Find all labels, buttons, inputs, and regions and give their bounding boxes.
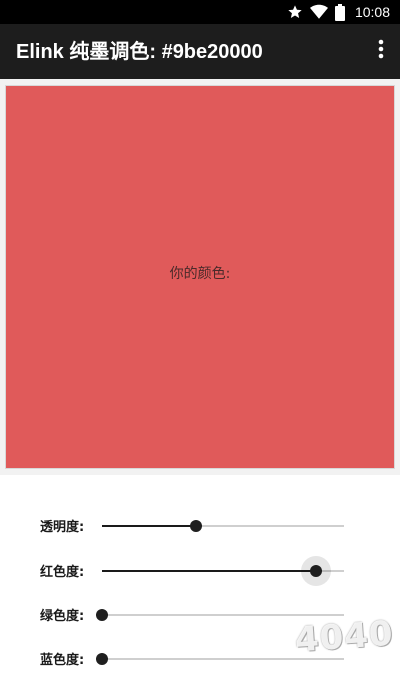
battery-icon — [335, 4, 345, 21]
status-bar: 10:08 — [0, 0, 400, 24]
slider-fill — [102, 570, 316, 572]
more-vert-icon — [378, 39, 384, 63]
slider-thumb[interactable] — [310, 565, 322, 577]
color-preview-label: 你的颜色: — [170, 263, 231, 283]
slider-thumb[interactable] — [96, 653, 108, 665]
slider-thumb[interactable] — [190, 520, 202, 532]
color-preview-area: 你的颜色: — [0, 79, 400, 475]
star-icon — [287, 4, 303, 20]
app-title: Elink 纯墨调色: #9be20000 — [16, 39, 263, 65]
slider-label-alpha: 透明度: — [40, 516, 84, 535]
slider-thumb[interactable] — [96, 609, 108, 621]
slider-label-green: 绿色度: — [40, 605, 84, 624]
wifi-icon — [310, 4, 328, 20]
slider-green[interactable] — [102, 614, 344, 616]
slider-fill — [102, 525, 196, 527]
status-icons: 10:08 — [287, 3, 390, 21]
slider-label-blue: 蓝色度: — [40, 649, 84, 668]
overflow-menu-button[interactable] — [374, 40, 388, 62]
slider-row-red: 红色度: — [0, 555, 400, 585]
app-bar: Elink 纯墨调色: #9be20000 — [0, 24, 400, 79]
watermark-logo: 4040 — [294, 614, 395, 661]
slider-red[interactable] — [102, 570, 344, 572]
color-preview-swatch: 你的颜色: — [5, 85, 395, 469]
status-time: 10:08 — [355, 4, 390, 20]
slider-row-alpha: 透明度: — [0, 510, 400, 540]
slider-alpha[interactable] — [102, 525, 344, 527]
slider-label-red: 红色度: — [40, 561, 84, 580]
